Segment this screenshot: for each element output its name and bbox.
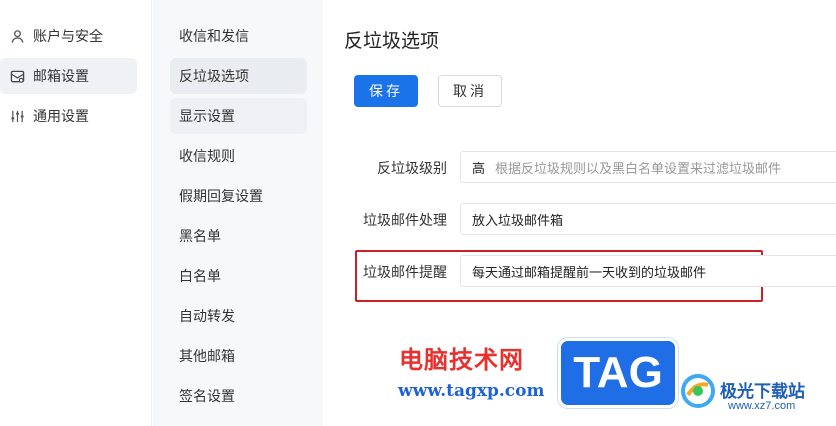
anti-spam-level-label: 反垃圾级别 — [377, 161, 447, 177]
save-button[interactable]: 保存 — [354, 75, 418, 107]
sidebar-item-label: 通用设置 — [33, 109, 89, 125]
subnav-item-label: 其他邮箱 — [179, 349, 235, 365]
subnav-item-label: 签名设置 — [179, 389, 235, 405]
subnav-item-label: 收信和发信 — [179, 29, 249, 45]
watermark-site-url: www.tagxp.com — [398, 381, 545, 401]
page-title: 反垃圾选项 — [344, 30, 440, 52]
subnav-item-blacklist[interactable]: 黑名单 — [170, 218, 307, 254]
subnav-item-auto-forward[interactable]: 自动转发 — [170, 298, 307, 334]
watermark-xz-url: www.xz7.com — [728, 400, 796, 412]
spam-reminder-label: 垃圾邮件提醒 — [363, 265, 447, 281]
mailbox-icon — [9, 68, 25, 84]
spam-handling-label: 垃圾邮件处理 — [363, 213, 447, 229]
subnav-item-display[interactable]: 显示设置 — [170, 98, 307, 134]
subnav-item-anti-spam[interactable]: 反垃圾选项 — [170, 58, 307, 94]
spam-handling-select[interactable]: 放入垃圾邮件箱 — [460, 203, 836, 235]
anti-spam-level-select[interactable]: 高 根据反垃圾规则以及黑白名单设置来过滤垃圾邮件 — [460, 151, 836, 183]
primary-sidebar: 账户与安全 邮箱设置 通用设置 — [0, 0, 152, 426]
subnav-item-label: 收信规则 — [179, 149, 235, 165]
subnav-item-label: 显示设置 — [179, 109, 235, 125]
watermark-site-name: 电脑技术网 — [399, 346, 524, 374]
settings-subnav: 收信和发信 反垃圾选项 显示设置 收信规则 假期回复设置 黑名单 白名单 自动转… — [153, 0, 323, 426]
spam-reminder-select[interactable]: 每天通过邮箱提醒前一天收到的垃圾邮件 — [460, 255, 836, 287]
subnav-item-label: 白名单 — [179, 269, 221, 285]
watermark-xz-name: 极光下载站 — [720, 382, 805, 402]
subnav-item-signature[interactable]: 签名设置 — [170, 378, 307, 414]
cancel-button[interactable]: 取消 — [438, 75, 502, 107]
subnav-item-vacation-reply[interactable]: 假期回复设置 — [170, 178, 307, 214]
spam-reminder-value: 每天通过邮箱提醒前一天收到的垃圾邮件 — [472, 265, 707, 281]
subnav-item-receive-rules[interactable]: 收信规则 — [170, 138, 307, 174]
sidebar-item-general-settings[interactable]: 通用设置 — [0, 98, 137, 134]
spam-handling-value: 放入垃圾邮件箱 — [472, 213, 564, 229]
sidebar-item-label: 账户与安全 — [33, 29, 103, 45]
subnav-item-receive-send[interactable]: 收信和发信 — [170, 18, 307, 54]
anti-spam-level-hint: 根据反垃圾规则以及黑白名单设置来过滤垃圾邮件 — [495, 161, 782, 177]
sidebar-item-mailbox-settings[interactable]: 邮箱设置 — [0, 58, 137, 94]
subnav-item-label: 假期回复设置 — [179, 189, 263, 205]
subnav-item-other-mailbox[interactable]: 其他邮箱 — [170, 338, 307, 374]
user-icon — [9, 28, 25, 44]
xz-logo-icon — [680, 373, 716, 409]
sidebar-item-label: 邮箱设置 — [33, 69, 89, 85]
subnav-item-whitelist[interactable]: 白名单 — [170, 258, 307, 294]
watermark-tag-logo: TAG — [558, 338, 678, 408]
sidebar-item-account-security[interactable]: 账户与安全 — [0, 18, 137, 54]
subnav-item-label: 反垃圾选项 — [179, 69, 249, 85]
anti-spam-level-value: 高 — [472, 161, 486, 177]
sliders-icon — [9, 108, 25, 124]
subnav-item-label: 自动转发 — [179, 309, 235, 325]
subnav-item-label: 黑名单 — [179, 229, 221, 245]
